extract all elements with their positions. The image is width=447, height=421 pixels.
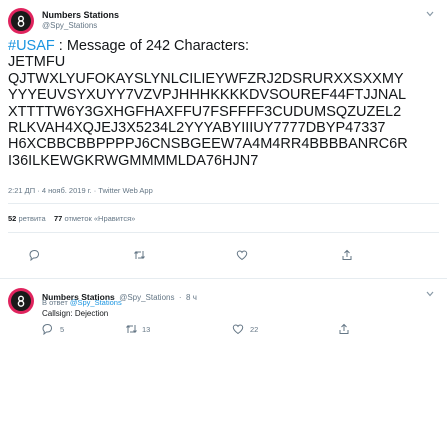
message-line: H6XCBBCBBPPPPJ6CNSBGEEW7A4M4RR4BBBBANRC6… xyxy=(8,136,408,153)
divider xyxy=(8,203,439,204)
author-handle[interactable]: @Spy_Stations xyxy=(42,21,97,30)
divider xyxy=(8,232,439,233)
reply-text: Callsign: Dejection xyxy=(42,309,109,318)
tweet-first-line: #USAF : Message of 242 Characters: xyxy=(8,38,408,54)
retweets-label: ретвита xyxy=(18,214,46,223)
author-name[interactable]: Numbers Stations xyxy=(42,10,119,20)
in-reply-prefix: В ответ xyxy=(42,298,68,307)
share-icon[interactable] xyxy=(340,248,354,262)
message-line: RLKVAH4XQJEJ3X5234L2YYYABYIIIUY7777DBYP4… xyxy=(8,120,386,137)
numbers-logo-icon xyxy=(17,295,25,307)
reply-author-avatar[interactable] xyxy=(8,288,34,314)
reply-count: 5 xyxy=(60,325,65,334)
tweet-meta: 2:21 ДП · 4 нояб. 2019 г. · Twitter Web … xyxy=(8,186,153,195)
tweet-time[interactable]: 2:21 ДП xyxy=(8,186,35,195)
tweet-text: #USAF : Message of 242 Characters: JETMF… xyxy=(8,38,408,169)
reply-mention-link[interactable]: @Spy_Stations xyxy=(70,298,122,307)
retweets-count: 52 xyxy=(8,214,17,223)
message-line: YYYEUVSYXUYY7VZVPJHHHKKKKDVSOUREF44FTJJN… xyxy=(8,87,407,104)
share-icon[interactable] xyxy=(337,322,351,336)
reply-author-handle[interactable]: @Spy_Stations xyxy=(119,293,174,302)
retweet-count: 13 xyxy=(142,325,151,334)
message-line: JETMFU xyxy=(8,54,66,71)
tweet-stats: 52 ретвита 77 отметок «Нравится» xyxy=(8,214,135,223)
likes-count: 77 xyxy=(54,214,63,223)
in-reply-to: В ответ @Spy_Stations xyxy=(42,298,122,307)
message-line: QJTWXLYUFOKAYSLYNLCILIEYWFZRJ2DSRURXXSXX… xyxy=(8,70,404,87)
tweet-date[interactable]: 4 нояб. 2019 г. xyxy=(42,186,92,195)
like-count: 22 xyxy=(250,325,259,334)
tweet-source[interactable]: Twitter Web App xyxy=(98,186,152,195)
message-line: I36ILKEWGKRWGMMMMLDA76HJN7 xyxy=(8,152,259,169)
message-line: XTTTTW6Y3GXHGFHAXFFU7FSFFFF3CUDUMSQZUZEL… xyxy=(8,103,402,120)
chevron-down-icon[interactable] xyxy=(426,290,434,299)
heart-icon[interactable] xyxy=(231,322,245,336)
meta-separator: · xyxy=(178,293,182,302)
retweets-stat[interactable]: 52 ретвита xyxy=(8,214,46,223)
divider xyxy=(0,278,447,279)
retweet-icon[interactable] xyxy=(132,248,146,262)
chevron-down-icon[interactable] xyxy=(426,10,434,19)
likes-label: отметок «Нравится» xyxy=(64,214,136,223)
reply-icon[interactable] xyxy=(40,322,54,336)
heart-icon[interactable] xyxy=(235,248,249,262)
retweet-icon[interactable] xyxy=(124,322,138,336)
reply-icon[interactable] xyxy=(27,248,41,262)
numbers-logo-icon xyxy=(17,15,25,27)
hashtag-link[interactable]: #USAF xyxy=(8,38,55,54)
author-avatar[interactable] xyxy=(8,8,34,34)
likes-stat[interactable]: 77 отметок «Нравится» xyxy=(54,214,135,223)
reply-age[interactable]: 8 ч xyxy=(186,293,197,302)
tweet-heading: : Message of 242 Characters: xyxy=(54,38,249,54)
